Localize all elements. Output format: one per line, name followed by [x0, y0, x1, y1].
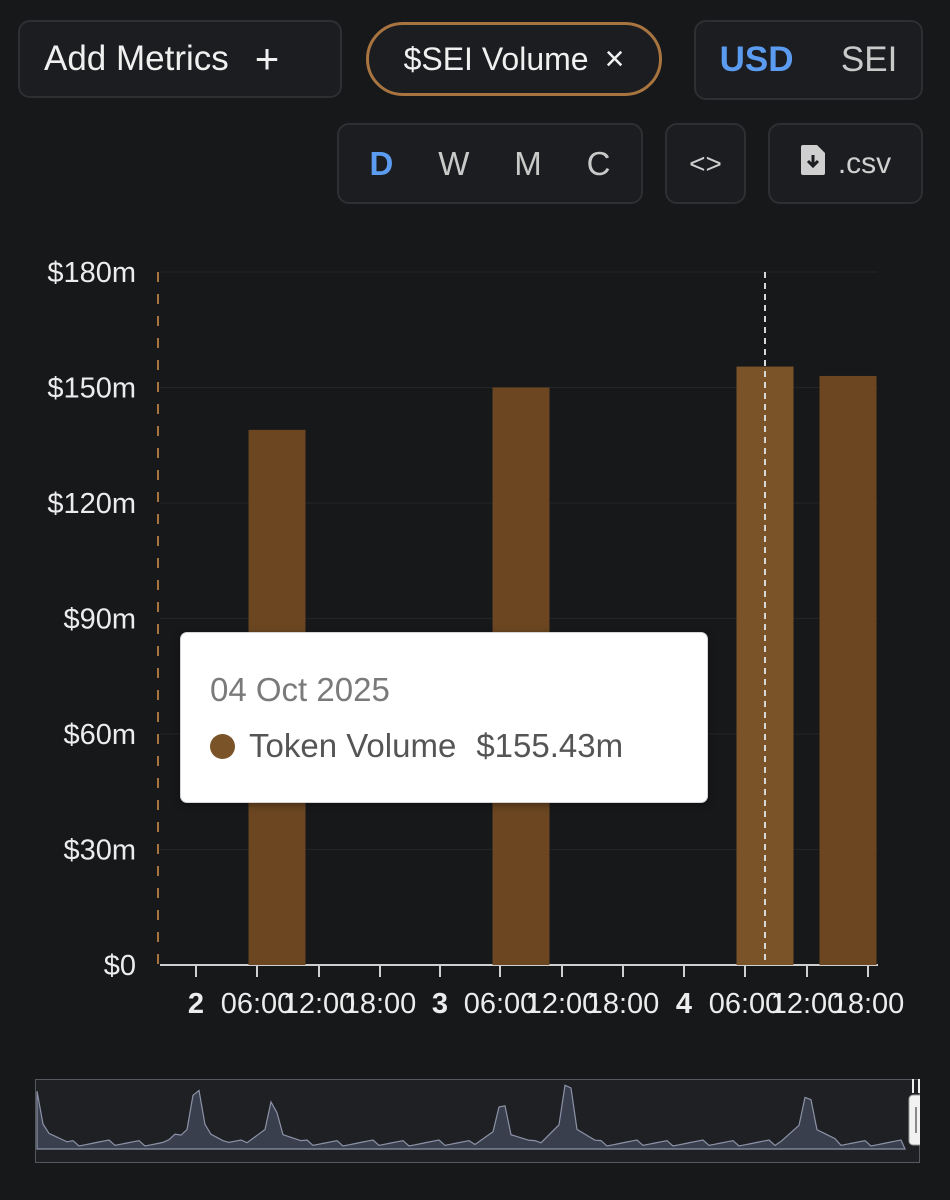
download-csv-button[interactable]: .csv	[768, 123, 923, 204]
volume-bar[interactable]	[736, 366, 794, 965]
y-tick-label: $180m	[47, 257, 136, 289]
series-color-dot	[210, 733, 235, 759]
tooltip-series-name: Token Volume	[249, 727, 457, 764]
add-metrics-button[interactable]: Add Metrics +	[18, 20, 342, 98]
active-metric-chip[interactable]: $SEI Volume ×	[366, 22, 662, 96]
y-tick-label: $30m	[63, 835, 136, 867]
tooltip-value: $155.43m	[476, 727, 624, 764]
x-tick-label: 3	[432, 988, 448, 1020]
x-tick-label: 18:00	[832, 988, 905, 1020]
period-option-week[interactable]: W	[438, 145, 469, 183]
x-tick-label: 18:00	[587, 988, 660, 1020]
y-tick-label: $90m	[63, 604, 136, 636]
volume-bar[interactable]	[819, 375, 877, 965]
x-tick-label: 4	[676, 988, 692, 1020]
range-navigator[interactable]	[35, 1079, 920, 1163]
y-tick-label: $0	[104, 950, 136, 982]
add-metrics-label: Add Metrics	[44, 39, 229, 78]
x-tick-label: 18:00	[344, 988, 417, 1020]
y-tick-label: $60m	[63, 719, 136, 751]
currency-toggle: USD SEI	[694, 20, 923, 100]
download-file-icon	[800, 144, 826, 184]
y-tick-label: $150m	[47, 373, 136, 405]
embed-button[interactable]: <>	[665, 123, 746, 204]
chart-tooltip: 04 Oct 2025 Token Volume $155.43m	[180, 632, 708, 803]
close-icon[interactable]: ×	[605, 42, 625, 76]
currency-option-usd[interactable]: USD	[720, 40, 794, 80]
period-toggle: D W M C	[337, 123, 643, 204]
volume-bar-chart: $0$30m$60m$90m$120m$150m$180m 2 06:0012:0…	[47, 257, 905, 1020]
active-metric-label: $SEI Volume	[403, 40, 589, 77]
currency-option-sei[interactable]: SEI	[841, 40, 897, 80]
plus-icon: +	[254, 35, 280, 82]
code-icon: <>	[689, 147, 722, 179]
csv-label: .csv	[837, 146, 892, 180]
period-option-month[interactable]: M	[514, 145, 542, 183]
period-option-day[interactable]: D	[369, 145, 393, 183]
y-tick-label: $120m	[47, 488, 136, 520]
tooltip-date: 04 Oct 2025	[210, 671, 390, 708]
x-tick-label: 2	[188, 988, 204, 1020]
period-option-cumulative[interactable]: C	[587, 145, 611, 183]
